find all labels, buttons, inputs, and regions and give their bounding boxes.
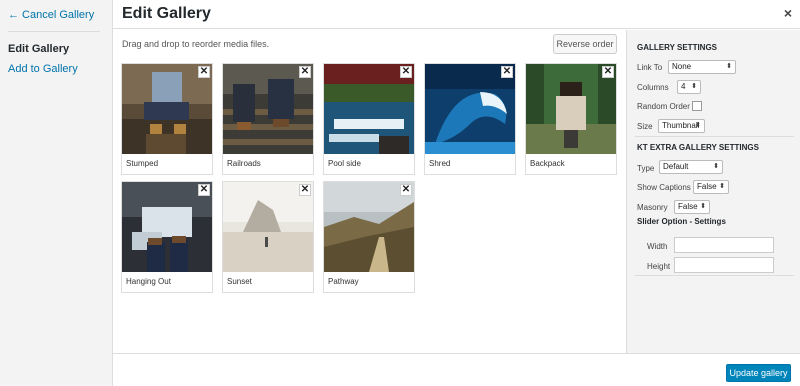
slider-settings-heading: Slider Option - Settings bbox=[637, 217, 726, 226]
update-gallery-button[interactable]: Update gallery bbox=[726, 364, 791, 382]
remove-icon[interactable]: ✕ bbox=[299, 184, 311, 196]
masonry-select[interactable]: False ⬍ bbox=[674, 200, 710, 214]
media-sidebar: ← Cancel Gallery Edit Gallery Add to Gal… bbox=[0, 0, 113, 386]
divider bbox=[635, 136, 794, 137]
gallery-item[interactable]: ✕ Railroads bbox=[222, 63, 314, 175]
random-order-label: Random Order bbox=[637, 102, 690, 111]
gallery-item[interactable]: ✕ Hanging Out bbox=[121, 181, 213, 293]
size-select[interactable]: Thumbnail ⬍ bbox=[658, 119, 705, 133]
width-input[interactable] bbox=[674, 237, 774, 253]
close-icon[interactable]: × bbox=[784, 5, 792, 21]
remove-icon[interactable]: ✕ bbox=[400, 184, 412, 196]
menu-item-edit-gallery[interactable]: Edit Gallery bbox=[8, 43, 69, 55]
gallery-item[interactable]: ✕ Sunset bbox=[222, 181, 314, 293]
masonry-label: Masonry bbox=[637, 203, 668, 212]
select-arrow-icon: ⬍ bbox=[695, 122, 701, 129]
link-to-select[interactable]: None ⬍ bbox=[668, 60, 736, 74]
modal-footer: Update gallery bbox=[113, 353, 800, 386]
remove-icon[interactable]: ✕ bbox=[501, 66, 513, 78]
gallery-item[interactable]: ✕ Backpack bbox=[525, 63, 617, 175]
remove-icon[interactable]: ✕ bbox=[198, 66, 210, 78]
link-to-label: Link To bbox=[637, 63, 663, 72]
remove-icon[interactable]: ✕ bbox=[198, 184, 210, 196]
thumbnail-caption: Railroads bbox=[227, 159, 261, 168]
gallery-item[interactable]: ✕ Stumped bbox=[121, 63, 213, 175]
menu-item-add-to-gallery[interactable]: Add to Gallery bbox=[8, 63, 78, 75]
gallery-item[interactable]: ✕ Pathway bbox=[323, 181, 415, 293]
show-captions-label: Show Captions bbox=[637, 183, 691, 192]
select-arrow-icon: ⬍ bbox=[700, 203, 706, 210]
columns-label: Columns bbox=[637, 83, 669, 92]
random-order-checkbox[interactable] bbox=[692, 101, 702, 111]
select-arrow-icon: ⬍ bbox=[719, 183, 725, 190]
thumbnail-caption: Backpack bbox=[530, 159, 565, 168]
select-arrow-icon: ⬍ bbox=[726, 63, 732, 70]
reverse-order-button[interactable]: Reverse order bbox=[553, 34, 617, 54]
remove-icon[interactable]: ✕ bbox=[602, 66, 614, 78]
type-select[interactable]: Default ⬍ bbox=[659, 160, 723, 174]
height-label: Height bbox=[647, 262, 671, 271]
gallery-item[interactable]: ✕ Shred bbox=[424, 63, 516, 175]
remove-icon[interactable]: ✕ bbox=[400, 66, 412, 78]
width-label: Width bbox=[647, 242, 668, 251]
size-label: Size bbox=[637, 122, 653, 131]
sidebar-divider bbox=[8, 31, 100, 32]
thumbnail-caption: Pool side bbox=[328, 159, 361, 168]
gallery-item[interactable]: ✕ Pool side bbox=[323, 63, 415, 175]
type-label: Type bbox=[637, 164, 655, 173]
thumbnail-caption: Shred bbox=[429, 159, 451, 168]
thumbnail-caption: Sunset bbox=[227, 277, 252, 286]
select-arrow-icon: ⬍ bbox=[691, 83, 697, 90]
thumbnail-caption: Stumped bbox=[126, 159, 159, 168]
height-input[interactable] bbox=[674, 257, 774, 273]
divider bbox=[635, 275, 794, 276]
gallery-main: Drag and drop to reorder media files. Re… bbox=[113, 30, 626, 353]
thumbnail-caption: Hanging Out bbox=[126, 277, 171, 286]
page-title: Edit Gallery bbox=[122, 5, 211, 22]
modal-header: Edit Gallery × bbox=[113, 0, 800, 29]
thumbnail-caption: Pathway bbox=[328, 277, 359, 286]
gallery-settings-heading: GALLERY SETTINGS bbox=[637, 43, 718, 52]
select-arrow-icon: ⬍ bbox=[713, 163, 719, 170]
gallery-settings-panel: GALLERY SETTINGS Link To None ⬍ Columns … bbox=[626, 30, 800, 353]
show-captions-select[interactable]: False ⬍ bbox=[693, 180, 729, 194]
columns-select[interactable]: 4 ⬍ bbox=[677, 80, 701, 94]
remove-icon[interactable]: ✕ bbox=[299, 66, 311, 78]
reorder-instructions: Drag and drop to reorder media files. bbox=[122, 39, 270, 49]
cancel-gallery-link[interactable]: ← Cancel Gallery bbox=[8, 9, 94, 21]
extra-settings-heading: KT EXTRA GALLERY SETTINGS bbox=[637, 143, 759, 152]
